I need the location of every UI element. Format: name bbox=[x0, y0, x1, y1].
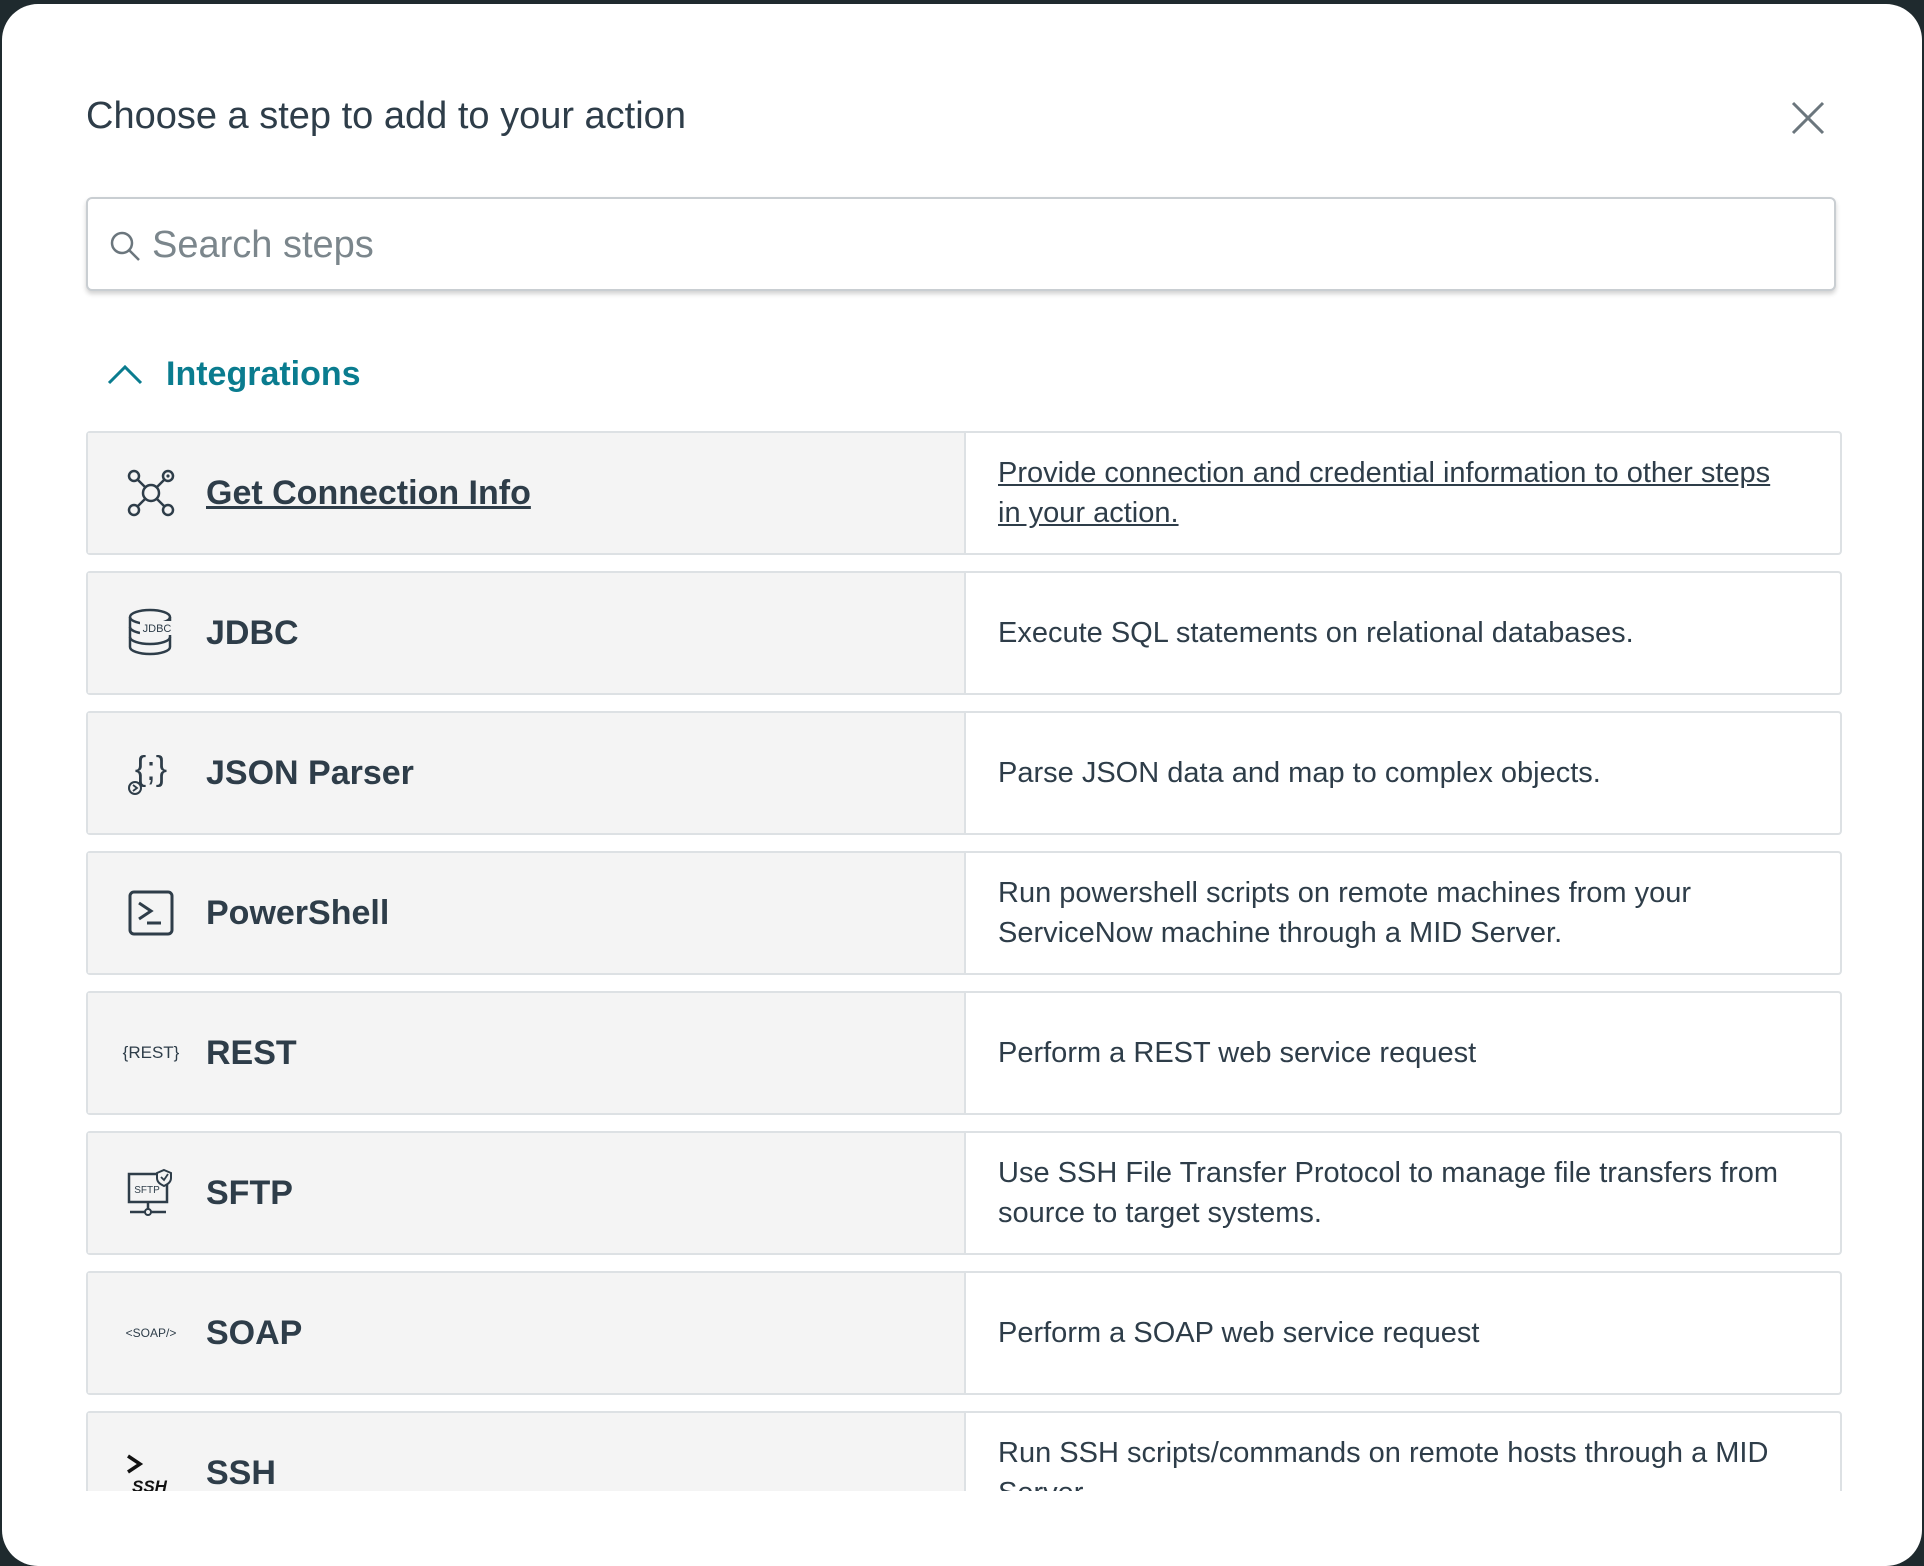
step-name-cell: Get Connection Info bbox=[88, 433, 966, 553]
step-description: Run SSH scripts/commands on remote hosts… bbox=[998, 1437, 1769, 1491]
step-name-cell: PowerShell bbox=[88, 853, 966, 973]
integrations-section-toggle[interactable]: Integrations bbox=[106, 349, 361, 399]
chevron-up-icon bbox=[107, 364, 143, 385]
step-row-ssh[interactable]: SSH SSH Run SSH scripts/commands on remo… bbox=[86, 1411, 1842, 1491]
step-description: Provide connection and credential inform… bbox=[998, 457, 1771, 529]
step-row-jdbc[interactable]: JDBC JDBC Execute SQL statements on rela… bbox=[86, 571, 1842, 695]
rest-icon: {REST} bbox=[122, 1043, 180, 1062]
svg-text:SSH: SSH bbox=[132, 1477, 168, 1491]
ssh-icon: SSH bbox=[124, 1446, 178, 1491]
step-name-cell: {REST} REST bbox=[88, 993, 966, 1113]
database-jdbc-icon: JDBC bbox=[124, 606, 178, 660]
section-title: Integrations bbox=[166, 354, 361, 393]
soap-icon: <SOAP/> bbox=[125, 1326, 177, 1340]
step-description: Use SSH File Transfer Protocol to manage… bbox=[998, 1157, 1779, 1229]
step-name: SFTP bbox=[206, 1173, 293, 1212]
step-name[interactable]: Get Connection Info bbox=[206, 474, 531, 513]
svg-text:SFTP: SFTP bbox=[134, 1185, 160, 1196]
step-row-soap[interactable]: <SOAP/> SOAP Perform a SOAP web service … bbox=[86, 1271, 1842, 1395]
step-name: REST bbox=[206, 1033, 297, 1072]
step-row-powershell[interactable]: PowerShell Run powershell scripts on rem… bbox=[86, 851, 1842, 975]
step-description: Parse JSON data and map to complex objec… bbox=[998, 757, 1601, 789]
step-name: JDBC bbox=[206, 613, 299, 652]
steps-list: Get Connection Info Provide connection a… bbox=[86, 431, 1842, 1491]
step-name-cell: <SOAP/> SOAP bbox=[88, 1273, 966, 1393]
search-icon bbox=[110, 231, 140, 261]
step-name: JSON Parser bbox=[206, 753, 414, 792]
step-name-cell: JDBC JDBC bbox=[88, 573, 966, 693]
network-nodes-icon bbox=[124, 466, 178, 520]
step-row-json-parser[interactable]: {;} JSON Parser Parse JSON data and map … bbox=[86, 711, 1842, 835]
choose-step-dialog: Choose a step to add to your action Inte… bbox=[2, 4, 1922, 1566]
step-description: Execute SQL statements on relational dat… bbox=[998, 617, 1634, 649]
search-box bbox=[86, 197, 1836, 291]
json-parser-icon: {;} bbox=[124, 746, 178, 800]
svg-text:JDBC: JDBC bbox=[143, 623, 172, 635]
close-button[interactable] bbox=[1780, 90, 1836, 146]
step-description: Run powershell scripts on remote machine… bbox=[998, 877, 1692, 949]
step-name-cell: {;} JSON Parser bbox=[88, 713, 966, 833]
step-description: Perform a SOAP web service request bbox=[998, 1317, 1480, 1349]
step-row-sftp[interactable]: SFTP SFTP Use SSH File Transfer Protocol… bbox=[86, 1131, 1842, 1255]
step-row-rest[interactable]: {REST} REST Perform a REST web service r… bbox=[86, 991, 1842, 1115]
sftp-icon: SFTP bbox=[124, 1166, 178, 1220]
step-name: SOAP bbox=[206, 1313, 303, 1352]
step-name: PowerShell bbox=[206, 893, 390, 932]
step-description: Perform a REST web service request bbox=[998, 1037, 1477, 1069]
step-name-cell: SSH SSH bbox=[88, 1413, 966, 1491]
powershell-icon bbox=[124, 886, 178, 940]
step-row-get-connection-info[interactable]: Get Connection Info Provide connection a… bbox=[86, 431, 1842, 555]
dialog-title: Choose a step to add to your action bbox=[86, 95, 686, 137]
svg-text:{;}: {;} bbox=[135, 750, 167, 788]
step-name-cell: SFTP SFTP bbox=[88, 1133, 966, 1253]
search-input[interactable] bbox=[150, 199, 1814, 291]
step-name: SSH bbox=[206, 1453, 276, 1492]
close-icon bbox=[1791, 101, 1825, 135]
